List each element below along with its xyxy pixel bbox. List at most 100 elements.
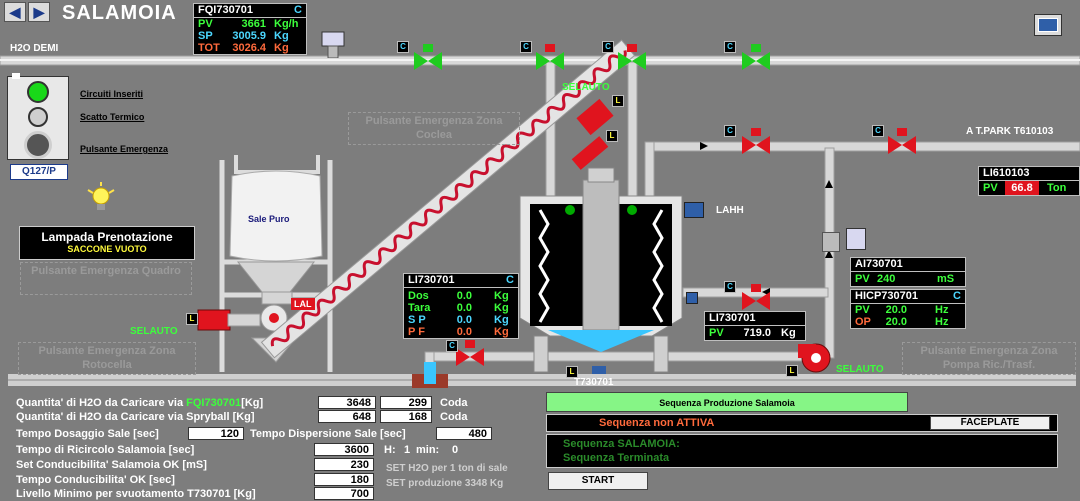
li-pv-k: PV [709,327,724,339]
valve-red-6[interactable] [456,340,484,366]
lampada-box[interactable]: Lampada Prenotazione SACCONE VUOTO [19,226,195,260]
scatto-label: Scatto Termico [80,112,145,122]
fqi-value: 3661 [241,18,266,30]
ai-tag: AI730701 [855,258,903,270]
valve-red-4[interactable] [888,128,916,154]
flowmeter-fqi730701[interactable] [320,30,346,59]
pipe-fitting-icon [822,232,840,252]
c-badge[interactable]: C [520,41,532,53]
li610103-v: 66.8 [1005,181,1039,195]
li730701-weigh-box[interactable]: LI730701 C Dos 0.0 Kg Tara 0.0 Kg S P 0.0 Kg P F 0.… [403,273,519,339]
li730701-pv-box[interactable]: LI730701 PV 719.0 Kg [704,311,806,341]
conductivity-sensor-icon[interactable] [846,228,866,250]
fqi-tag: FQI730701 [198,4,254,16]
c-badge[interactable]: C [872,125,884,137]
fqi-value: 3026.4 [232,42,266,54]
level-transmitter-icon[interactable] [686,292,698,304]
start-button[interactable]: START [548,472,648,490]
li730701-row: P F 0.0 Kg [404,326,518,338]
r1-value-1[interactable]: 3648 [318,396,376,409]
r3b-label: Tempo Dispersione Sale [sec] [250,428,406,440]
hicp-row: OP 20.0 Hz [851,316,965,328]
fqi-row: SP 3005.9 Kg [194,30,306,42]
green-lamp-icon [27,81,49,103]
fqi-key: TOT [198,42,220,54]
hicp-unit: Hz [935,304,949,316]
sequence-header[interactable]: Sequenza Produzione Salamoia [546,392,908,412]
l-badge[interactable]: L [606,130,618,142]
li730701-tag: LI730701 [408,274,455,286]
hicp-value: 20.0 [885,304,907,316]
c-badge[interactable]: C [724,41,736,53]
c-badge[interactable]: C [602,41,614,53]
r2-label: Quantita' di H2O da Caricare via Sprybal… [16,411,255,423]
li730701-value: 0.0 [456,326,472,338]
hicp-unit: Hz [935,316,949,328]
tank-tag: T730701 [574,377,614,388]
seq-msg-1: Sequenza SALAMOIA: [563,438,680,450]
valve-red-3[interactable] [742,128,770,154]
drain-icon [592,366,606,374]
selauto-label: SELAUTO [562,82,610,93]
fqi-value: 3005.9 [232,30,266,42]
lampada-sub: SACCONE VUOTO [67,244,147,254]
li730701-unit: Kg [494,314,509,326]
valve-red-1[interactable] [536,44,564,70]
li730701-key: Tara [408,302,431,314]
valve-red-2[interactable] [618,44,646,70]
l-badge[interactable]: L [186,313,198,325]
hicp-c: C [953,290,961,302]
r2-value-2[interactable]: 168 [380,410,432,423]
valve-green-1[interactable] [414,44,442,70]
ai730701-box[interactable]: AI730701 PV 240 mS [850,257,966,287]
li730701-unit: Kg [494,326,509,338]
ghost-emergency-rotocella[interactable]: Pulsante Emergenza Zona Rotocella [18,342,196,375]
valve-green-2[interactable] [742,44,770,70]
thermal-trip-icon [28,107,48,127]
l-badge[interactable]: L [612,95,624,107]
li730701-value: 0.0 [456,290,472,302]
fqi-row: TOT 3026.4 Kg [194,42,306,54]
li610103-box[interactable]: LI610103 PV 66.8 Ton [978,166,1080,196]
hicp730701-box[interactable]: HICP730701 C PV 20.0 Hz OP 20.0 Hz [850,289,966,329]
r3-value[interactable]: 120 [188,427,244,440]
r2-coda: Coda [440,411,468,423]
li-pv-u: Kg [781,327,796,339]
r6-value[interactable]: 180 [314,473,374,486]
r6-label: Tempo Conducibilita' OK [sec] [16,474,175,486]
r5-value[interactable]: 230 [314,458,374,471]
hicp-key: OP [855,316,871,328]
r4-value[interactable]: 3600 [314,443,374,456]
fqi730701-box[interactable]: FQI730701 C PV 3661 Kg/h SP 3005.9 Kg TOT 3026.4… [193,3,307,55]
r7-value[interactable]: 700 [314,487,374,500]
selauto-label: SELAUTO [836,364,884,375]
r7-label: Livello Minimo per svuotamento T730701 [… [16,488,256,500]
fqi-key: PV [198,18,213,30]
faceplate-button[interactable]: FACEPLATE [930,416,1050,430]
circuiti-label: Circuiti Inseriti [80,89,144,99]
emergency-button-icon[interactable] [24,131,52,159]
hicp-tag: HICP730701 [855,290,918,302]
c-badge[interactable]: C [446,340,458,352]
lahh-label: LAHH [716,205,744,216]
ghost-emergency-pompa[interactable]: Pulsante Emergenza Zona Pompa Ric./Trasf… [902,342,1076,375]
h-value: 1 [404,444,411,456]
r2-value-1[interactable]: 648 [318,410,376,423]
r1-value-2[interactable]: 299 [380,396,432,409]
li730701-row: S P 0.0 Kg [404,314,518,326]
lal-alarm[interactable]: LAL [291,298,315,310]
l-badge[interactable]: L [786,365,798,377]
li730701-unit: Kg [494,290,509,302]
valve-red-5[interactable] [742,284,770,310]
ghost-emergency-coclea[interactable]: Pulsante Emergenza Zona Coclea [348,112,520,145]
panel-code[interactable]: Q127/P [10,164,68,180]
ghost-emergency-quadro[interactable]: Pulsante Emergenza Quadro [20,262,192,295]
c-badge[interactable]: C [397,41,409,53]
r3b-value[interactable]: 480 [436,427,492,440]
fqi-unit: Kg [274,42,289,54]
lightbulb-icon [86,182,116,214]
level-switch-icon[interactable] [684,202,704,218]
c-badge[interactable]: C [724,281,736,293]
control-panel [7,76,69,160]
c-badge[interactable]: C [724,125,736,137]
